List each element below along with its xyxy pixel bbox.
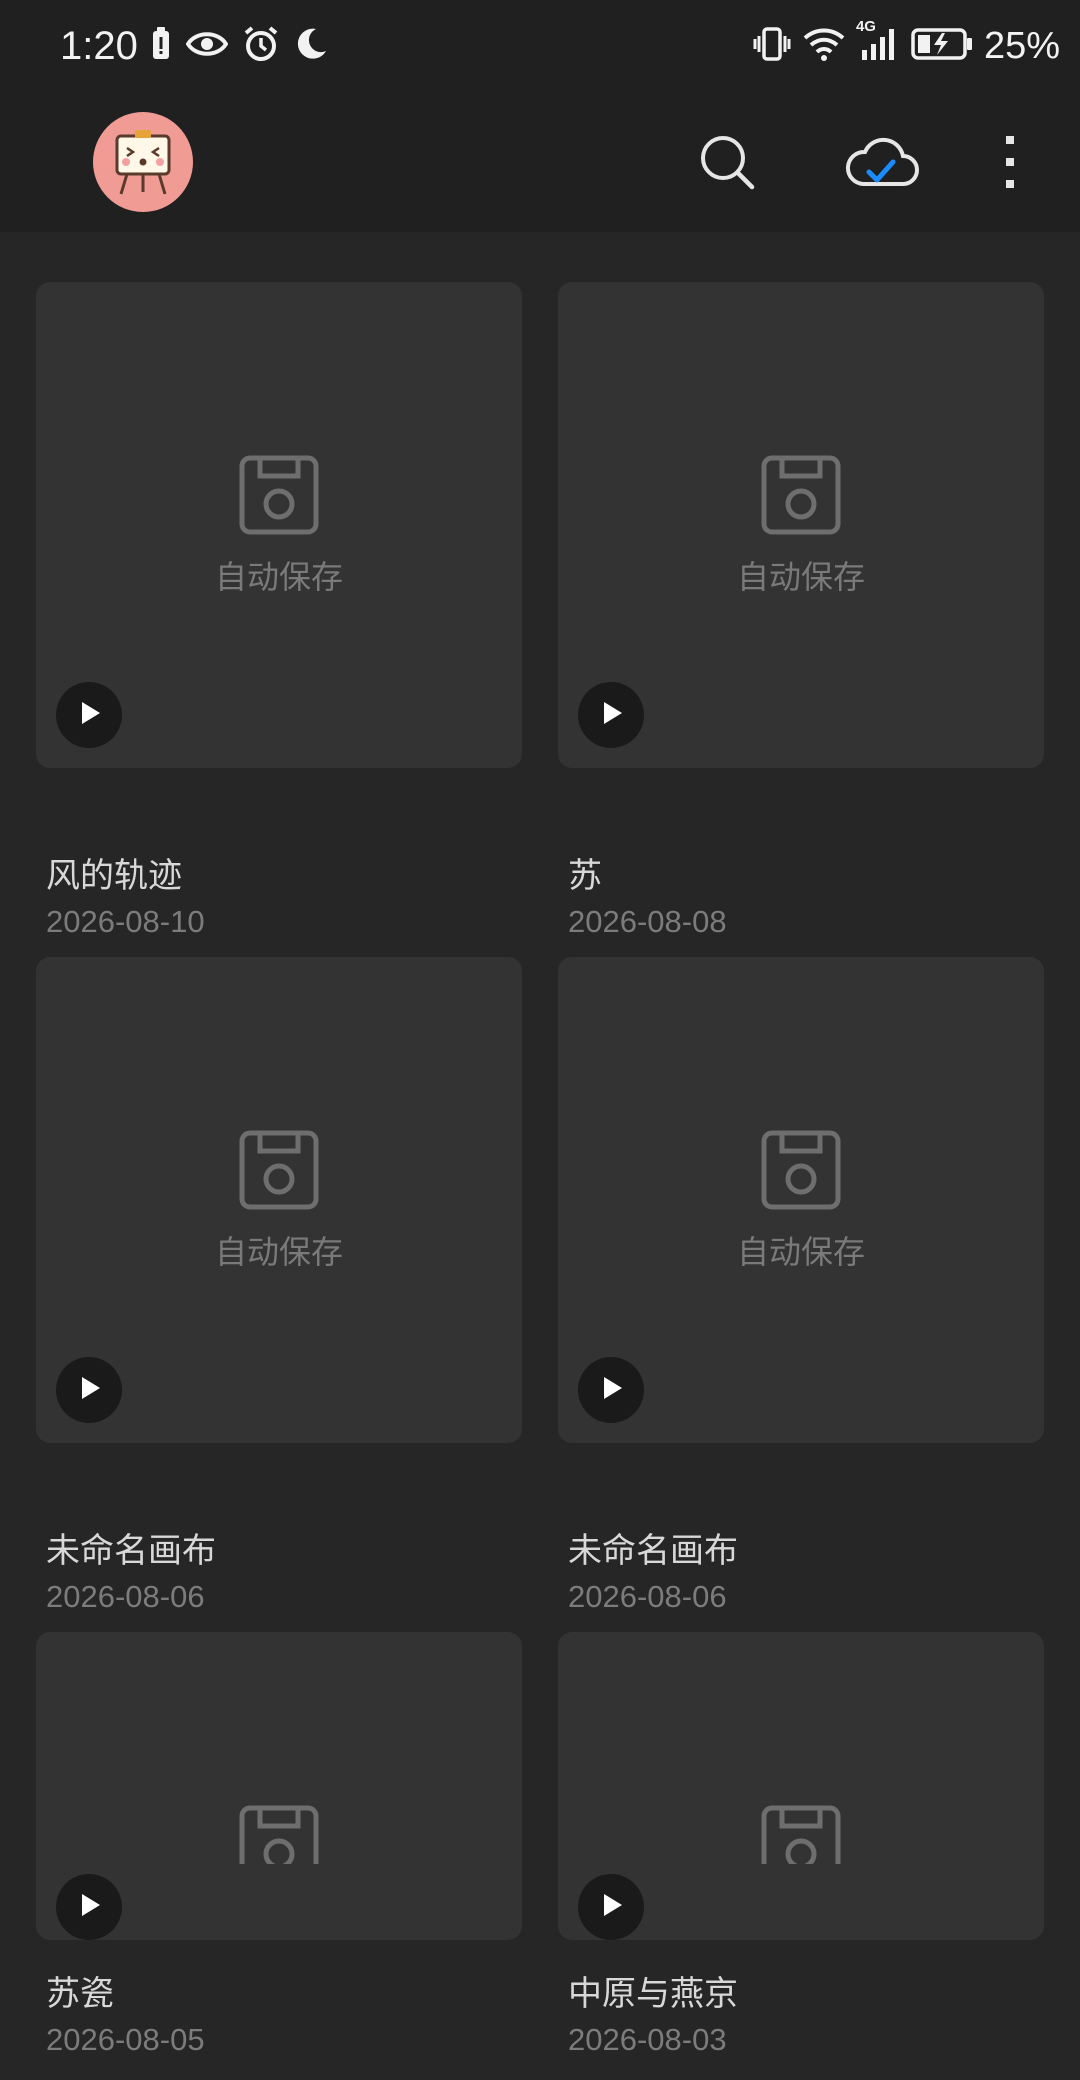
project-date: 2026-08-08 bbox=[568, 904, 727, 939]
project-thumbnail[interactable]: 自动保存 bbox=[36, 957, 522, 1443]
signal-icon: 4G bbox=[856, 18, 900, 66]
play-icon bbox=[596, 1373, 626, 1407]
project-date: 2026-08-06 bbox=[568, 1579, 727, 1614]
project-card[interactable]: 自动保存 风的轨迹 2026-08-10 bbox=[36, 282, 522, 939]
play-button[interactable] bbox=[56, 1357, 122, 1423]
network-type-label: 4G bbox=[855, 18, 876, 35]
search-icon bbox=[697, 132, 757, 196]
cloud-check-icon bbox=[845, 134, 919, 194]
more-vertical-icon bbox=[1000, 132, 1020, 196]
project-thumbnail[interactable]: 自动保存 bbox=[558, 957, 1044, 1443]
status-left-icons bbox=[150, 24, 328, 68]
autosave-icon bbox=[238, 1804, 320, 1864]
avatar-icon bbox=[93, 130, 193, 212]
moon-icon bbox=[294, 27, 328, 65]
play-icon bbox=[596, 698, 626, 732]
play-button[interactable] bbox=[56, 682, 122, 748]
project-card[interactable]: 自动保存 未命名画布 2026-08-06 bbox=[36, 957, 522, 1614]
thumbnail-label: 自动保存 bbox=[736, 1233, 865, 1271]
project-card[interactable]: 苏瓷 2026-08-05 bbox=[36, 1632, 522, 2080]
project-title: 苏 bbox=[568, 856, 602, 896]
play-icon bbox=[74, 698, 104, 732]
project-thumbnail[interactable] bbox=[558, 1632, 1044, 1940]
app-bar bbox=[0, 94, 1080, 232]
play-button[interactable] bbox=[56, 1874, 122, 1940]
autosave-icon bbox=[760, 1129, 842, 1211]
more-options-button[interactable] bbox=[970, 124, 1050, 204]
cloud-sync-button[interactable] bbox=[842, 124, 922, 204]
wifi-icon bbox=[802, 26, 846, 66]
project-date: 2026-08-05 bbox=[46, 2022, 205, 2057]
play-button[interactable] bbox=[578, 682, 644, 748]
thumbnail-label: 自动保存 bbox=[214, 558, 343, 596]
alarm-icon bbox=[242, 25, 280, 67]
project-thumbnail[interactable]: 自动保存 bbox=[36, 282, 522, 768]
project-title: 风的轨迹 bbox=[46, 856, 182, 896]
eye-icon bbox=[185, 29, 229, 63]
vibrate-icon bbox=[752, 26, 792, 66]
thumbnail-label: 自动保存 bbox=[214, 1233, 343, 1271]
project-grid: 自动保存 风的轨迹 2026-08-10 自动保存 苏 2026-08-08 自… bbox=[0, 232, 1080, 2080]
status-bar: 1:20 4G 25% bbox=[0, 0, 1080, 94]
play-icon bbox=[596, 1890, 626, 1924]
avatar[interactable] bbox=[93, 112, 193, 212]
thumbnail-label: 自动保存 bbox=[736, 558, 865, 596]
play-button[interactable] bbox=[578, 1874, 644, 1940]
play-icon bbox=[74, 1890, 104, 1924]
project-title: 苏瓷 bbox=[46, 1974, 114, 2014]
autosave-icon bbox=[760, 454, 842, 536]
project-thumbnail[interactable]: 自动保存 bbox=[558, 282, 1044, 768]
autosave-icon bbox=[760, 1804, 842, 1864]
autosave-icon bbox=[238, 1129, 320, 1211]
status-time: 1:20 bbox=[60, 24, 138, 68]
project-date: 2026-08-06 bbox=[46, 1579, 205, 1614]
battery-icon bbox=[910, 26, 974, 66]
project-thumbnail[interactable] bbox=[36, 1632, 522, 1940]
project-date: 2026-08-10 bbox=[46, 904, 205, 939]
project-card[interactable]: 中原与燕京 2026-08-03 bbox=[558, 1632, 1044, 2080]
project-date: 2026-08-03 bbox=[568, 2022, 727, 2057]
project-card[interactable]: 自动保存 未命名画布 2026-08-06 bbox=[558, 957, 1044, 1614]
search-button[interactable] bbox=[687, 124, 767, 204]
status-right-icons: 4G 25% bbox=[752, 18, 1060, 68]
project-title: 未命名画布 bbox=[568, 1531, 738, 1571]
project-card[interactable]: 自动保存 苏 2026-08-08 bbox=[558, 282, 1044, 939]
play-icon bbox=[74, 1373, 104, 1407]
battery-percent: 25% bbox=[983, 24, 1060, 67]
autosave-icon bbox=[238, 454, 320, 536]
project-title: 未命名画布 bbox=[46, 1531, 216, 1571]
battery-alert-icon bbox=[150, 26, 172, 66]
project-title: 中原与燕京 bbox=[568, 1974, 738, 2014]
play-button[interactable] bbox=[578, 1357, 644, 1423]
